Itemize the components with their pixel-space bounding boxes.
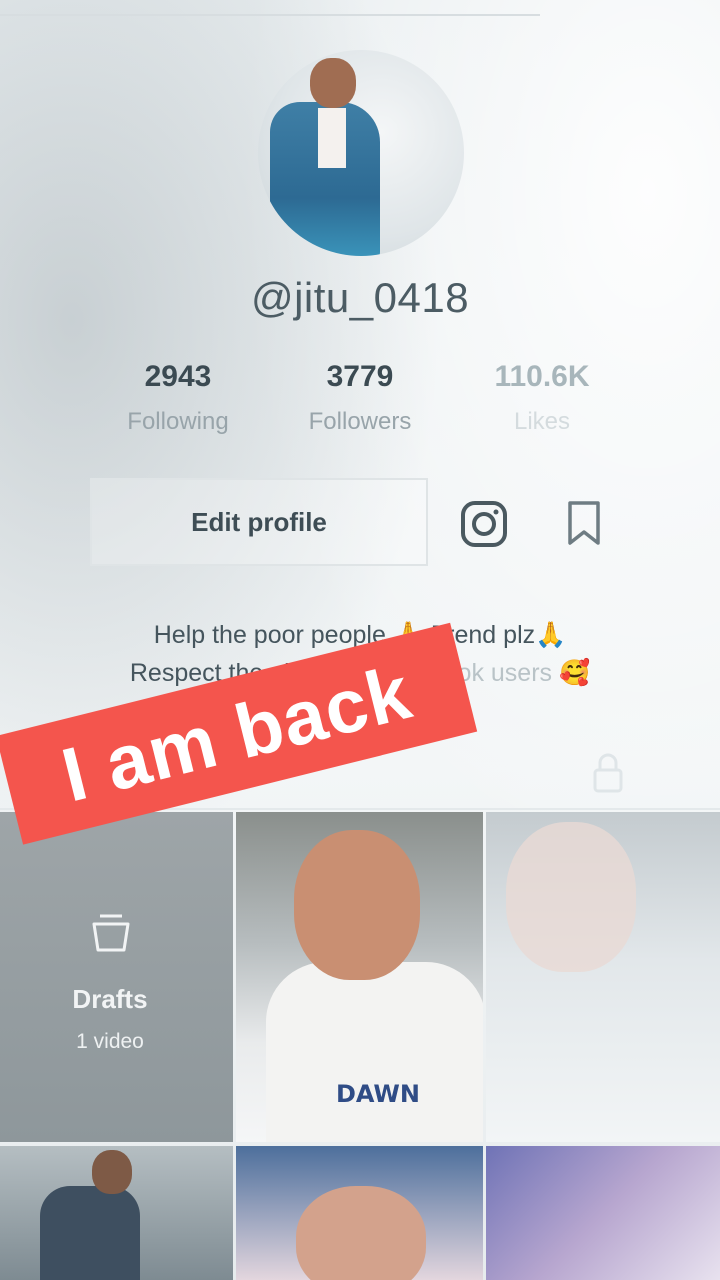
avatar-figure-head	[310, 58, 356, 108]
bio-line-1-text: Help the poor people	[153, 621, 386, 649]
instagram-icon[interactable]	[460, 500, 508, 548]
video-thumbnail[interactable]: DAWN	[236, 812, 483, 1142]
drafts-icon	[92, 914, 130, 952]
stat-followers-value: 3779	[326, 360, 394, 393]
drafts-count: 1 video	[76, 1030, 144, 1053]
avatar-figure-shirt	[318, 108, 346, 168]
edit-profile-button[interactable]: Edit profile	[90, 478, 428, 566]
thumbnail-shirt	[266, 962, 483, 1142]
stat-likes[interactable]: 110.6K Likes	[452, 360, 632, 436]
video-thumbnail[interactable]	[486, 812, 720, 1142]
stat-followers[interactable]: 3779 Followers	[270, 360, 450, 436]
video-thumbnail[interactable]	[236, 1146, 483, 1280]
thumbnail-jacket	[40, 1186, 140, 1280]
top-divider	[0, 14, 540, 16]
stat-likes-value: 110.6K	[494, 360, 590, 393]
stat-likes-label: Likes	[513, 408, 571, 435]
thumbnail-face	[92, 1150, 132, 1194]
thumbnail-face	[506, 822, 636, 972]
thumbnail-face	[294, 830, 420, 980]
bio-emoji-love-2: 🥰	[559, 658, 591, 687]
stat-following[interactable]: 2943 Following	[88, 360, 268, 436]
drafts-tile[interactable]: Drafts 1 video	[0, 812, 233, 1142]
drafts-title: Drafts	[72, 984, 148, 1014]
thumbnail-shirt-print: DAWN	[336, 1080, 420, 1108]
stat-following-label: Following	[127, 408, 229, 435]
bookmark-icon[interactable]	[566, 500, 602, 546]
video-thumbnail[interactable]	[486, 1146, 720, 1280]
username: @jitu_0418	[250, 274, 470, 321]
bio-emoji-pray-2: 🙏	[535, 620, 567, 649]
video-thumbnail[interactable]	[0, 1146, 233, 1280]
lock-icon[interactable]	[592, 752, 624, 794]
avatar[interactable]	[258, 50, 464, 256]
stat-following-value: 2943	[144, 360, 212, 393]
stat-followers-label: Followers	[308, 408, 412, 435]
thumbnail-face	[296, 1186, 426, 1280]
